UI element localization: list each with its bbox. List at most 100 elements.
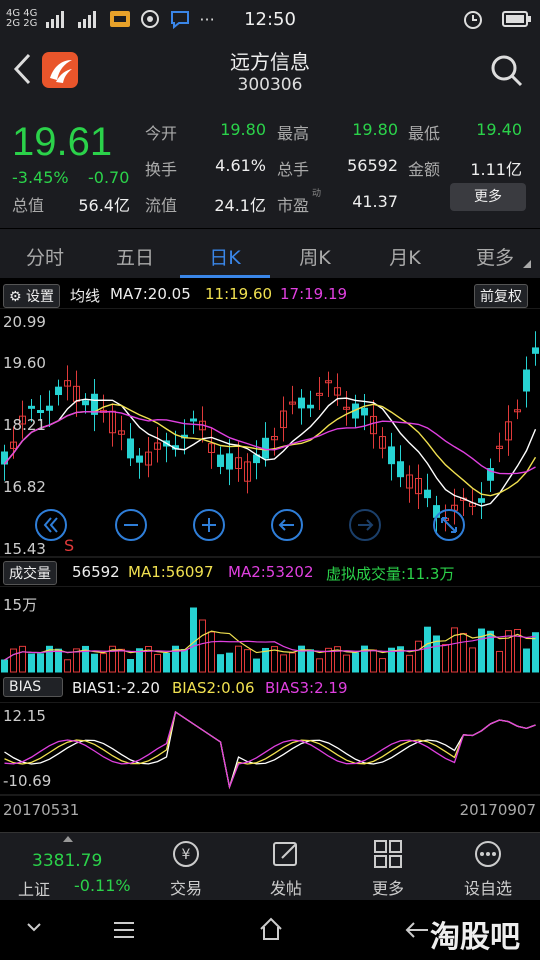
stock-header: 远方信息 300306	[0, 38, 540, 108]
volume-bar	[208, 631, 215, 673]
zoom-left-fast-button[interactable]	[34, 508, 68, 542]
volume-ma1: MA1:56097	[128, 563, 214, 581]
trade-icon: ¥	[173, 841, 199, 867]
index-change: -0.11%	[74, 876, 131, 895]
candle-body	[127, 438, 134, 459]
volume-bar	[55, 648, 62, 673]
volume-bar	[415, 640, 422, 673]
nav-add-watchlist[interactable]: 设自选	[448, 839, 528, 899]
stock-code: 300306	[237, 75, 303, 95]
volume-bar	[19, 645, 26, 673]
back-nav-icon[interactable]	[404, 920, 430, 940]
search-button[interactable]	[490, 54, 524, 88]
volume-bar	[370, 649, 377, 673]
battery-icon	[502, 11, 531, 27]
nav-more[interactable]: 更多	[348, 839, 428, 899]
kline-y-label-1: 19.60	[3, 354, 46, 372]
volume-bar	[28, 653, 35, 673]
quote-label: 换手	[145, 160, 178, 179]
zoom-in-button[interactable]	[192, 508, 226, 542]
ma-line-7	[3, 397, 537, 507]
change-percent: -3.45%	[12, 168, 69, 187]
bias-indicator-button[interactable]: BIAS	[3, 677, 63, 697]
volume-bar	[64, 659, 71, 673]
zoom-out-button[interactable]	[114, 508, 148, 542]
gear-icon: ⚙	[9, 289, 22, 305]
candle-body	[28, 405, 35, 409]
bias-chart[interactable]	[0, 702, 540, 796]
scroll-left-button[interactable]	[270, 508, 304, 542]
collapse-icon[interactable]	[26, 922, 42, 934]
volume-bar	[460, 632, 467, 673]
quote-value: 56592	[347, 156, 398, 175]
kline-y-label-3: 16.82	[3, 478, 46, 496]
ma17-value: 17:19.19	[280, 285, 348, 303]
nav-post[interactable]: 发帖	[246, 839, 326, 899]
tab-3[interactable]: 周K	[270, 243, 360, 270]
index-value: 3381.79	[32, 851, 103, 871]
volume-indicator-button[interactable]: 成交量	[3, 561, 57, 585]
volume-chart[interactable]	[0, 586, 540, 674]
edit-icon	[273, 842, 297, 866]
arrow-right-icon	[349, 509, 381, 541]
home-icon[interactable]	[258, 916, 284, 942]
quote-more-button[interactable]: 更多	[450, 183, 526, 211]
candle-body	[190, 418, 197, 422]
volume-bar	[91, 653, 98, 673]
bias-y-bottom: -10.69	[3, 772, 52, 790]
arrow-left-icon	[271, 509, 303, 541]
candle-body	[37, 409, 44, 413]
tab-0[interactable]: 分时	[0, 243, 90, 270]
quote-label: 总手	[277, 160, 310, 179]
volume-toolbar: 成交量 56592 MA1:56097 MA2:53202 虚拟成交量:11.3…	[0, 559, 540, 585]
quote-label: 流值	[145, 196, 178, 215]
adjust-button[interactable]: 前复权	[474, 284, 528, 308]
candle-body	[478, 498, 485, 503]
volume-bar	[199, 619, 206, 673]
quote-label: 最高	[277, 124, 310, 143]
volume-bar	[280, 654, 287, 673]
volume-ma2: MA2:53202	[228, 563, 314, 581]
current-price: 19.61	[12, 120, 113, 164]
volume-bar	[352, 652, 359, 673]
grid-icon	[374, 840, 402, 868]
quote-value: 4.61%	[215, 156, 266, 175]
candle-body	[136, 455, 143, 463]
alarm-icon	[464, 11, 482, 29]
menu-icon[interactable]	[112, 920, 136, 940]
plus-icon	[193, 509, 225, 541]
nav-add-watchlist-label: 设自选	[463, 879, 512, 898]
volume-bar	[235, 645, 242, 673]
kline-settings-button[interactable]: ⚙ 设置	[3, 284, 61, 308]
total-value-label: 总值	[12, 196, 45, 215]
volume-bar	[10, 648, 17, 673]
search-icon	[491, 55, 523, 87]
candle-body	[226, 453, 233, 470]
volume-bar	[217, 654, 224, 673]
bias-toolbar: BIAS BIAS1:-2.20 BIAS2:0.06 BIAS3:2.19	[0, 675, 540, 701]
minus-icon	[115, 509, 147, 541]
volume-bar	[469, 647, 476, 673]
volume-bar	[406, 654, 413, 673]
volume-bar	[316, 658, 323, 673]
index-name: 上证	[18, 880, 51, 899]
volume-bar	[154, 653, 161, 673]
volume-bar	[244, 649, 251, 673]
volume-bar	[100, 653, 107, 673]
quote-value: 1.11亿	[470, 160, 522, 179]
candle-body	[388, 446, 395, 465]
nav-more-label: 更多	[371, 879, 404, 898]
candle-body	[217, 454, 224, 467]
candle-body	[307, 404, 314, 409]
fullscreen-button[interactable]	[432, 508, 466, 542]
candle-body	[397, 461, 404, 478]
ma-title: 均线	[70, 287, 101, 305]
tab-1[interactable]: 五日	[90, 243, 180, 270]
nav-post-label: 发帖	[269, 879, 302, 898]
index-widget[interactable]: 3381.79 上证 -0.11%	[0, 833, 135, 901]
scroll-right-button[interactable]	[348, 508, 382, 542]
tab-2[interactable]: 日K	[180, 243, 270, 270]
kline-y-label-4: 15.43	[3, 540, 46, 558]
tab-4[interactable]: 月K	[360, 243, 450, 270]
nav-trade[interactable]: ¥ 交易	[146, 839, 226, 899]
